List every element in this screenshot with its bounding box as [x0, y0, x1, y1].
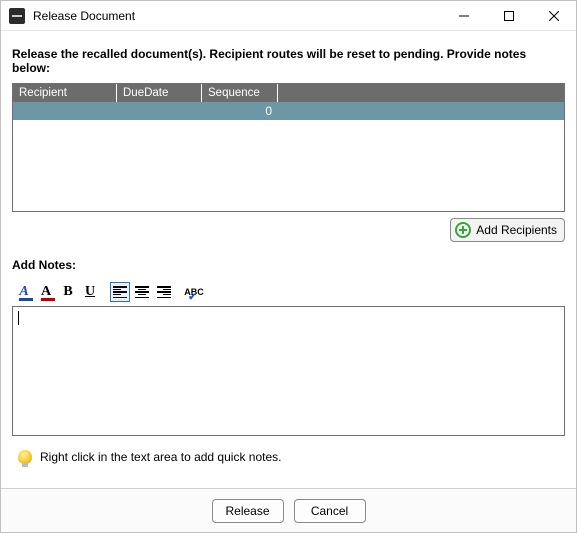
- notes-toolbar: A A B U ABC✔: [12, 282, 565, 302]
- release-button[interactable]: Release: [212, 499, 284, 523]
- font-color-icon: A: [41, 284, 51, 300]
- instruction-text: Release the recalled document(s). Recipi…: [12, 47, 565, 75]
- highlight-button[interactable]: A: [14, 282, 34, 302]
- align-left-button[interactable]: [110, 282, 130, 302]
- col-spacer: [278, 84, 564, 102]
- add-notes-label: Add Notes:: [12, 258, 565, 272]
- highlight-icon: A: [19, 284, 28, 300]
- underline-icon: U: [85, 284, 95, 300]
- spellcheck-icon: ABC✔: [184, 287, 204, 297]
- table-header: Recipient DueDate Sequence: [13, 84, 564, 102]
- bold-button[interactable]: B: [58, 282, 78, 302]
- notes-textarea[interactable]: [12, 306, 565, 436]
- app-icon: [9, 8, 25, 24]
- table-row[interactable]: 0: [13, 102, 564, 120]
- spellcheck-button[interactable]: ABC✔: [184, 282, 204, 302]
- col-recipient[interactable]: Recipient: [13, 84, 117, 102]
- align-right-icon: [157, 286, 171, 298]
- underline-button[interactable]: U: [80, 282, 100, 302]
- bold-icon: B: [63, 284, 72, 300]
- minimize-icon: [459, 11, 469, 21]
- align-center-button[interactable]: [132, 282, 152, 302]
- plus-circle-icon: [455, 222, 471, 238]
- window-title: Release Document: [33, 9, 441, 23]
- maximize-icon: [504, 11, 514, 21]
- align-right-button[interactable]: [154, 282, 174, 302]
- cell-sequence: 0: [202, 104, 278, 118]
- close-button[interactable]: [531, 1, 576, 31]
- align-center-icon: [135, 286, 149, 298]
- titlebar: Release Document: [1, 1, 576, 31]
- align-left-icon: [113, 286, 127, 298]
- minimize-button[interactable]: [441, 1, 486, 31]
- add-recipients-label: Add Recipients: [476, 223, 557, 237]
- font-color-button[interactable]: A: [36, 282, 56, 302]
- close-icon: [549, 11, 559, 21]
- maximize-button[interactable]: [486, 1, 531, 31]
- text-caret: [18, 311, 19, 325]
- dialog-footer: Release Cancel: [1, 488, 576, 532]
- col-sequence[interactable]: Sequence: [202, 84, 278, 102]
- add-recipients-button[interactable]: Add Recipients: [450, 218, 565, 242]
- col-duedate[interactable]: DueDate: [117, 84, 202, 102]
- lightbulb-icon: [18, 450, 32, 464]
- hint-text: Right click in the text area to add quic…: [40, 450, 281, 464]
- recipient-table[interactable]: Recipient DueDate Sequence 0: [12, 83, 565, 212]
- cancel-button[interactable]: Cancel: [294, 499, 366, 523]
